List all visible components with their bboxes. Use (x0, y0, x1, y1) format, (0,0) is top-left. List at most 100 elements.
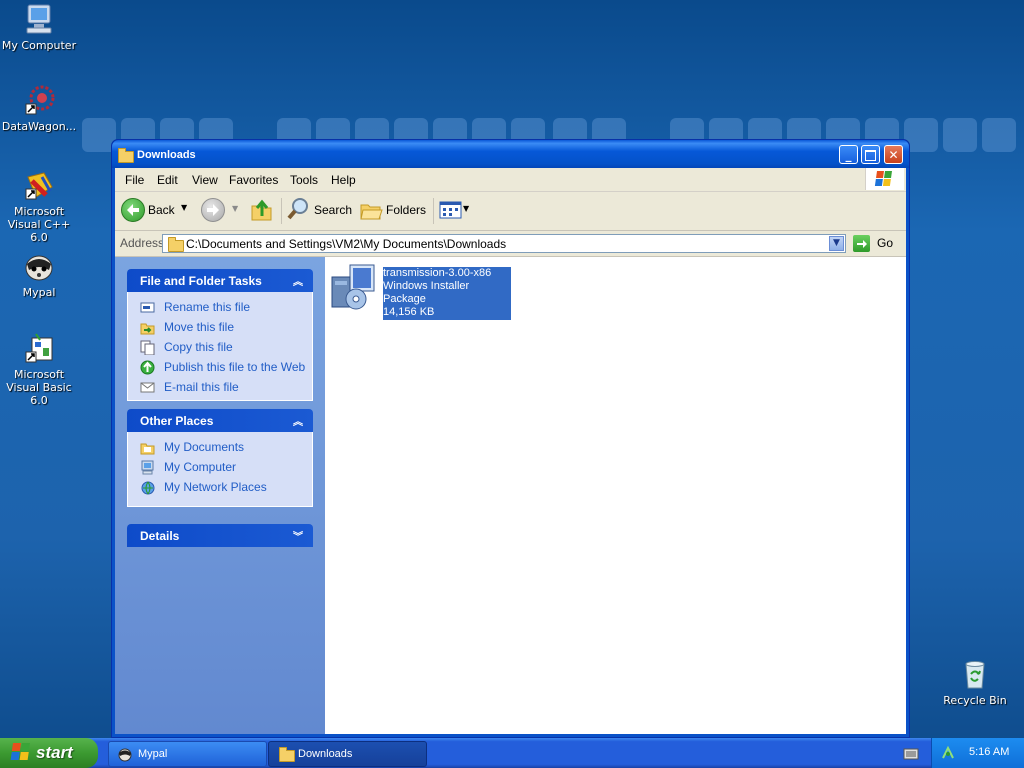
menu-tools[interactable]: Tools (290, 173, 318, 187)
folder-icon (118, 148, 134, 163)
file-item[interactable]: transmission-3.00-x86 Windows Installer … (330, 263, 530, 320)
system-tray: 5:16 AM (931, 738, 1024, 768)
file-size: 14,156 KB (383, 306, 435, 318)
place-label: My Computer (164, 460, 237, 474)
file-list: transmission-3.00-x86 Windows Installer … (325, 257, 906, 734)
details-panel: Details ︾ (127, 524, 313, 547)
menu-favorites[interactable]: Favorites (229, 173, 278, 187)
desktop-icon-mypal[interactable]: Mypal (0, 250, 79, 299)
maximize-icon (865, 150, 876, 161)
views-dropdown-icon: ▼ (463, 204, 470, 213)
desktop-icon-visual-cpp[interactable]: Microsoft Visual C++ 6.0 (0, 169, 79, 244)
desktop-icon-label: Microsoft Visual Basic 6.0 (6, 368, 72, 407)
search-button[interactable]: Search (286, 196, 352, 224)
address-folder-icon (168, 237, 184, 252)
task-rename[interactable]: Rename this file (128, 298, 312, 318)
taskbar-item-label: Downloads (298, 748, 353, 760)
expand-icon: ︾ (293, 532, 303, 543)
back-button[interactable]: Back ▼ (121, 196, 193, 224)
task-label: Publish this file to the Web (164, 360, 306, 374)
start-button[interactable]: start (0, 738, 98, 768)
place-my-network[interactable]: My Network Places (128, 478, 312, 498)
panel-body: Rename this file Move this file Copy thi… (127, 292, 313, 401)
address-value: C:\Documents and Settings\VM2\My Documen… (186, 237, 507, 251)
menu-bar: File Edit View Favorites Tools Help (115, 168, 906, 192)
task-label: E-mail this file (164, 380, 239, 394)
task-label: Copy this file (164, 340, 233, 354)
panel-header[interactable]: Other Places ︽ (127, 409, 313, 432)
desktop-icon-label: DataWagon... (1, 120, 77, 133)
visual-cpp-icon (22, 169, 56, 203)
desktop-icon-my-computer[interactable]: My Computer (0, 3, 79, 52)
back-dropdown-icon: ▼ (181, 203, 188, 212)
task-label: Rename this file (164, 300, 251, 314)
start-label: start (36, 743, 73, 762)
publish-web-icon (140, 360, 155, 375)
panel-body: My Documents My Computer My Network Plac… (127, 432, 313, 507)
recycle-bin-icon (958, 658, 992, 692)
network-places-icon (141, 481, 155, 495)
forward-arrow-icon (207, 204, 219, 216)
place-my-computer[interactable]: My Computer (128, 458, 312, 478)
task-email[interactable]: E-mail this file (128, 378, 312, 398)
minimize-button[interactable]: _ (839, 145, 858, 164)
chevron-down-icon: ▼ (833, 238, 840, 248)
move-icon (140, 323, 155, 335)
computer-icon (22, 3, 56, 37)
desktop-icon-label: Recycle Bin (943, 694, 1007, 707)
desktop-icon-label: Mypal (22, 286, 56, 299)
go-arrow-icon (853, 235, 870, 252)
mypal-icon (22, 250, 56, 284)
go-button[interactable]: Go (851, 234, 901, 253)
maximize-button[interactable] (861, 145, 880, 164)
up-folder-icon (251, 199, 272, 221)
taskbar-item-downloads[interactable]: Downloads (268, 741, 427, 767)
task-move[interactable]: Move this file (128, 318, 312, 338)
forward-button[interactable] (201, 198, 225, 222)
menu-file[interactable]: File (125, 173, 144, 187)
desktop-icon-datawagon[interactable]: DataWagon... (0, 84, 79, 133)
collapse-icon: ︽ (293, 277, 303, 288)
search-icon (287, 198, 308, 220)
toolbar: Back ▼ ▼ Search Folders ▼ (115, 192, 906, 231)
panel-title: Details (140, 529, 180, 543)
desktop-icon-label: My Computer (1, 39, 77, 52)
address-input[interactable]: C:\Documents and Settings\VM2\My Documen… (162, 234, 846, 253)
panel-header[interactable]: Details ︾ (127, 524, 313, 547)
menu-view[interactable]: View (192, 173, 218, 187)
network-tray-icon[interactable] (940, 745, 956, 761)
task-copy[interactable]: Copy this file (128, 338, 312, 358)
clock: 5:16 AM (969, 746, 1010, 758)
forward-dropdown-icon[interactable]: ▼ (232, 204, 238, 213)
address-bar: Address C:\Documents and Settings\VM2\My… (115, 231, 906, 257)
menu-help[interactable]: Help (331, 173, 356, 187)
desktop-icon-recycle-bin[interactable]: Recycle Bin (935, 658, 1015, 707)
up-folder-button[interactable] (249, 196, 275, 224)
place-label: My Documents (164, 440, 245, 454)
panel-title: Other Places (140, 414, 214, 428)
folders-icon (360, 204, 383, 220)
taskbar-item-mypal[interactable]: Mypal (108, 741, 267, 767)
close-button[interactable]: ✕ (884, 145, 903, 164)
minimize-icon: _ (845, 148, 852, 162)
explorer-window: Downloads _ ✕ File Edit View Favorites T… (111, 139, 910, 738)
back-arrow-icon (121, 198, 145, 222)
address-dropdown-button[interactable]: ▼ (829, 236, 844, 251)
address-label: Address (120, 236, 165, 250)
email-icon (140, 382, 155, 393)
title-bar[interactable]: Downloads _ ✕ (112, 140, 909, 168)
task-publish[interactable]: Publish this file to the Web (128, 358, 312, 378)
computer-icon (141, 460, 154, 475)
task-label: Move this file (164, 320, 235, 334)
views-button[interactable]: ▼ (437, 198, 471, 222)
menu-edit[interactable]: Edit (157, 173, 178, 187)
folders-button[interactable]: Folders (358, 196, 428, 224)
keyboard-icon[interactable] (903, 747, 919, 761)
place-my-documents[interactable]: My Documents (128, 438, 312, 458)
back-label: Back (148, 203, 175, 217)
search-label: Search (314, 203, 353, 217)
mypal-icon (118, 748, 132, 762)
desktop-icon-visual-basic[interactable]: Microsoft Visual Basic 6.0 (0, 332, 79, 407)
panel-header[interactable]: File and Folder Tasks ︽ (127, 269, 313, 292)
rename-icon (140, 302, 155, 313)
